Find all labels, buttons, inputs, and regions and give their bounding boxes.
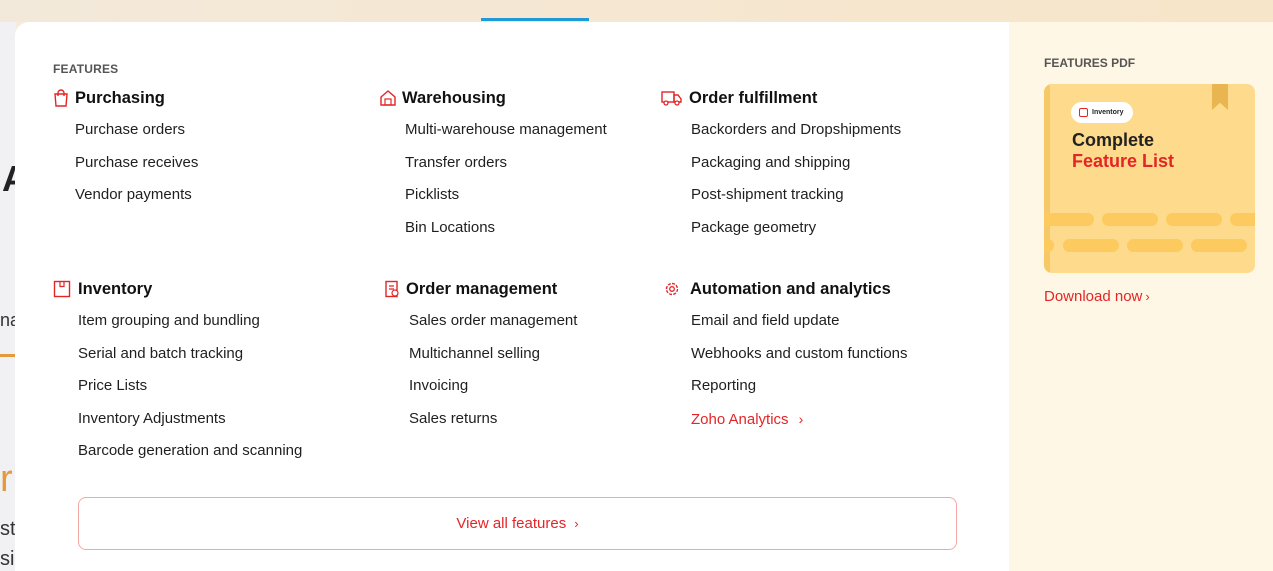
download-now-link[interactable]: Download now ›	[1044, 288, 1150, 305]
zoho-analytics-link[interactable]: Zoho Analytics ›	[691, 408, 908, 441]
feature-link[interactable]: Transfer orders	[405, 152, 607, 185]
feature-link[interactable]: Picklists	[405, 184, 607, 217]
order-document-icon	[383, 280, 401, 298]
chevron-right-icon: ›	[574, 516, 579, 531]
feature-link[interactable]: Inventory Adjustments	[78, 408, 302, 441]
feature-link[interactable]: Multi-warehouse management	[405, 119, 607, 152]
feature-link[interactable]: Sales order management	[409, 310, 577, 343]
group-title: Order fulfillment	[689, 88, 818, 107]
feature-link[interactable]: Webhooks and custom functions	[691, 343, 908, 376]
active-nav-indicator	[481, 18, 589, 21]
warehouse-icon	[379, 89, 397, 107]
decorative-pill	[1230, 213, 1255, 226]
background-text-fragment-3: si	[0, 548, 15, 570]
box-icon	[52, 280, 72, 298]
group-automation-analytics-header[interactable]: Automation and analytics	[663, 278, 908, 300]
features-pdf-panel: FEATURES PDF Inventory Complete Feature …	[1009, 22, 1273, 571]
features-section-label: FEATURES	[53, 62, 119, 76]
group-title: Order management	[406, 279, 558, 298]
decorative-pill	[1044, 239, 1054, 252]
zoho-analytics-label: Zoho Analytics	[691, 410, 789, 428]
background-text-fragment-2: st	[0, 518, 16, 540]
group-warehousing: Warehousing Multi-warehouse management T…	[379, 87, 607, 249]
features-pdf-label: FEATURES PDF	[1044, 56, 1136, 70]
feature-link[interactable]: Sales returns	[409, 408, 577, 441]
feature-link[interactable]: Invoicing	[409, 375, 577, 408]
decorative-pill	[1044, 213, 1094, 226]
download-label: Download now	[1044, 288, 1143, 305]
background-heading-fragment-2: r	[0, 458, 13, 500]
group-title: Warehousing	[402, 88, 506, 107]
view-all-label: View all features	[456, 515, 567, 532]
chevron-right-icon: ›	[798, 410, 804, 427]
features-mega-menu: FEATURES Purchasing Purchase orders Purc…	[15, 22, 1273, 571]
group-title: Purchasing	[75, 88, 165, 107]
group-order-management-header[interactable]: Order management	[383, 278, 577, 300]
decorative-pill	[1102, 213, 1158, 226]
logo-text: Inventory	[1092, 109, 1124, 116]
feature-list-pdf-card[interactable]: Inventory Complete Feature List	[1044, 84, 1255, 273]
group-warehousing-header[interactable]: Warehousing	[379, 87, 607, 109]
decorative-pill	[1191, 239, 1247, 252]
feature-link[interactable]: Reporting	[691, 375, 908, 408]
view-all-features-button[interactable]: View all features ›	[78, 497, 957, 550]
pdf-title-line1: Complete	[1072, 130, 1155, 150]
zoho-inventory-logo: Inventory	[1071, 102, 1133, 123]
feature-link[interactable]: Email and field update	[691, 310, 908, 343]
decorative-pill	[1127, 239, 1183, 252]
background-underline	[0, 354, 16, 357]
feature-link[interactable]: Purchase orders	[75, 119, 198, 152]
feature-link[interactable]: Post-shipment tracking	[691, 184, 901, 217]
bookmark-ribbon-icon	[1212, 84, 1228, 110]
group-order-management: Order management Sales order management …	[383, 278, 577, 440]
feature-link[interactable]: Item grouping and bundling	[78, 310, 302, 343]
feature-link[interactable]: Serial and batch tracking	[78, 343, 302, 376]
feature-link[interactable]: Multichannel selling	[409, 343, 577, 376]
feature-link[interactable]: Package geometry	[691, 217, 901, 250]
decorative-pill	[1063, 239, 1119, 252]
group-inventory: Inventory Item grouping and bundling Ser…	[52, 278, 302, 473]
shopping-bag-icon	[52, 89, 70, 107]
pdf-title-line2: Feature List	[1072, 151, 1175, 171]
group-title: Inventory	[78, 279, 153, 298]
feature-link[interactable]: Bin Locations	[405, 217, 607, 250]
logo-mark-icon	[1079, 108, 1088, 117]
feature-link[interactable]: Barcode generation and scanning	[78, 440, 302, 473]
feature-link[interactable]: Backorders and Dropshipments	[691, 119, 901, 152]
group-inventory-header[interactable]: Inventory	[52, 278, 302, 300]
chevron-right-icon: ›	[1145, 289, 1150, 304]
group-order-fulfillment: Order fulfillment Backorders and Dropshi…	[660, 87, 901, 249]
gear-icon	[663, 280, 681, 298]
truck-icon	[660, 89, 684, 107]
group-order-fulfillment-header[interactable]: Order fulfillment	[660, 87, 901, 109]
page-header-background	[0, 0, 1273, 22]
feature-link[interactable]: Purchase receives	[75, 152, 198, 185]
group-title: Automation and analytics	[690, 279, 891, 298]
feature-link[interactable]: Packaging and shipping	[691, 152, 901, 185]
group-purchasing: Purchasing Purchase orders Purchase rece…	[52, 87, 198, 217]
decorative-pill	[1166, 213, 1222, 226]
feature-link[interactable]: Vendor payments	[75, 184, 198, 217]
feature-link[interactable]: Price Lists	[78, 375, 302, 408]
features-panel: FEATURES Purchasing Purchase orders Purc…	[15, 22, 1009, 571]
group-automation-analytics: Automation and analytics Email and field…	[663, 278, 908, 440]
group-purchasing-header[interactable]: Purchasing	[52, 87, 198, 109]
